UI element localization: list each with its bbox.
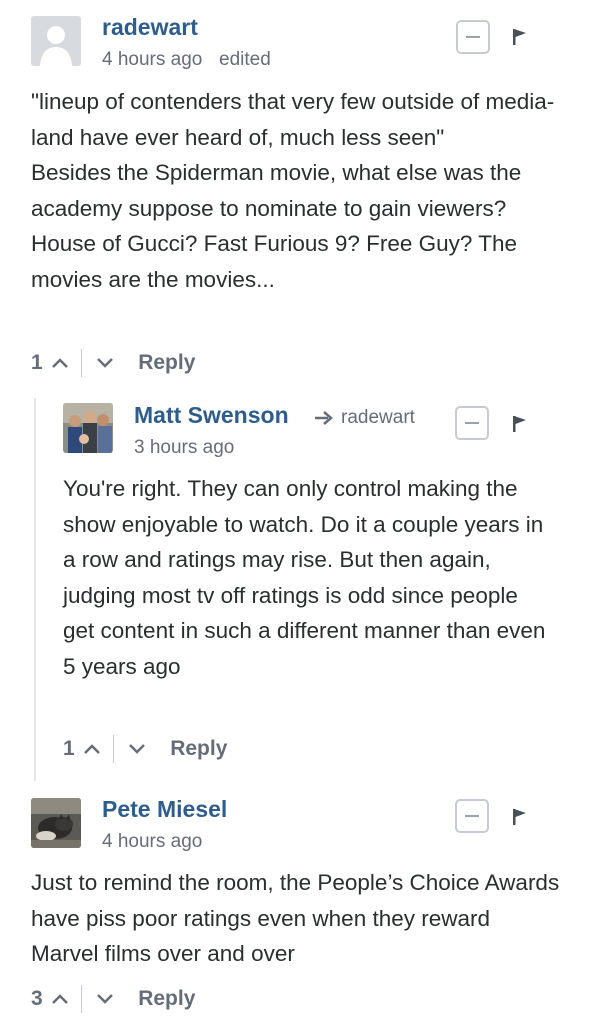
comment-paragraph: Just to remind the room, the People’s Ch… (31, 870, 560, 966)
comment-matt-swenson: Matt Swenson radewart 3 hours ago You're… (0, 390, 590, 780)
vote-divider (112, 735, 115, 763)
comment-paragraph: "lineup of contenders that very few outs… (31, 89, 555, 150)
upvote-icon[interactable] (51, 992, 69, 1006)
upvote-icon[interactable] (51, 356, 69, 370)
comment-author[interactable]: Pete Miesel (102, 796, 227, 823)
downvote-icon[interactable] (128, 742, 146, 756)
comment-pete-miesel: Pete Miesel 4 hours ago Just to remind t… (0, 780, 590, 1024)
edited-label: edited (219, 49, 271, 70)
comment-author[interactable]: Matt Swenson (134, 402, 289, 429)
flag-icon[interactable] (510, 807, 530, 827)
comment-paragraph: You're right. They can only control maki… (63, 476, 546, 679)
avatar[interactable] (31, 16, 81, 66)
downvote-icon[interactable] (96, 356, 114, 370)
downvote-icon[interactable] (96, 992, 114, 1006)
comment-timestamp[interactable]: 4 hours ago (102, 49, 202, 71)
upvote-icon[interactable] (83, 742, 101, 756)
reply-arrow-icon (315, 411, 333, 425)
vote-count: 1 (31, 351, 43, 374)
comment-radewart: radewart 4 hours ago edited "lineup of c… (0, 0, 590, 390)
reply-button[interactable]: Reply (138, 351, 195, 375)
vote-count: 1 (63, 737, 75, 760)
vote-divider (80, 985, 83, 1013)
family-photo-avatar (63, 403, 113, 453)
comment-actions: 3 Reply (31, 984, 195, 1014)
vote-count: 3 (31, 987, 43, 1010)
reply-button[interactable]: Reply (170, 737, 227, 761)
comment-paragraph: Besides the Spiderman movie, what else w… (31, 160, 522, 292)
comment-body: You're right. They can only control maki… (63, 471, 553, 684)
cat-photo-avatar (31, 798, 81, 848)
flag-icon[interactable] (510, 27, 530, 47)
comment-author[interactable]: radewart (102, 14, 198, 41)
reply-to-user[interactable]: radewart (341, 407, 415, 429)
comment-actions: 1 Reply (63, 734, 227, 764)
vote-divider (80, 349, 83, 377)
comment-body: "lineup of contenders that very few outs… (31, 84, 571, 297)
avatar[interactable] (31, 798, 81, 848)
collapse-button[interactable] (455, 799, 489, 833)
avatar[interactable] (63, 403, 113, 453)
comment-timestamp[interactable]: 3 hours ago (134, 437, 234, 459)
collapse-button[interactable] (456, 20, 490, 54)
comment-body: Just to remind the room, the People’s Ch… (31, 865, 561, 972)
default-avatar-icon (31, 16, 81, 66)
minus-icon (465, 815, 479, 817)
flag-icon[interactable] (510, 414, 530, 434)
comment-timestamp[interactable]: 4 hours ago (102, 831, 202, 853)
collapse-button[interactable] (455, 406, 489, 440)
comment-actions: 1 Reply (31, 348, 195, 378)
minus-icon (465, 422, 479, 424)
minus-icon (466, 36, 480, 38)
reply-button[interactable]: Reply (138, 987, 195, 1011)
